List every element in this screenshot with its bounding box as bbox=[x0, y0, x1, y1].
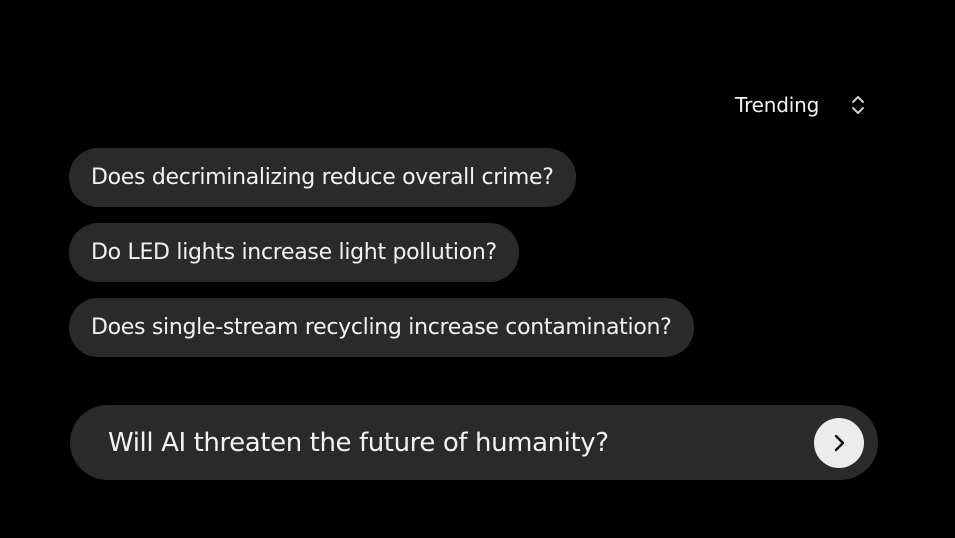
query-input[interactable] bbox=[108, 405, 808, 480]
suggestion-chip[interactable]: Does decriminalizing reduce overall crim… bbox=[69, 148, 576, 207]
chevron-up-down-icon bbox=[849, 94, 867, 116]
sort-selected-label: Trending bbox=[735, 93, 820, 117]
submit-button[interactable] bbox=[814, 418, 864, 468]
suggestion-chip[interactable]: Does single-stream recycling increase co… bbox=[69, 298, 694, 357]
query-bar bbox=[70, 405, 878, 480]
chevron-right-icon bbox=[834, 434, 845, 452]
suggestion-list: Does decriminalizing reduce overall crim… bbox=[69, 148, 694, 357]
suggestion-chip[interactable]: Do LED lights increase light pollution? bbox=[69, 223, 519, 282]
sort-select[interactable]: Trending bbox=[735, 88, 875, 122]
